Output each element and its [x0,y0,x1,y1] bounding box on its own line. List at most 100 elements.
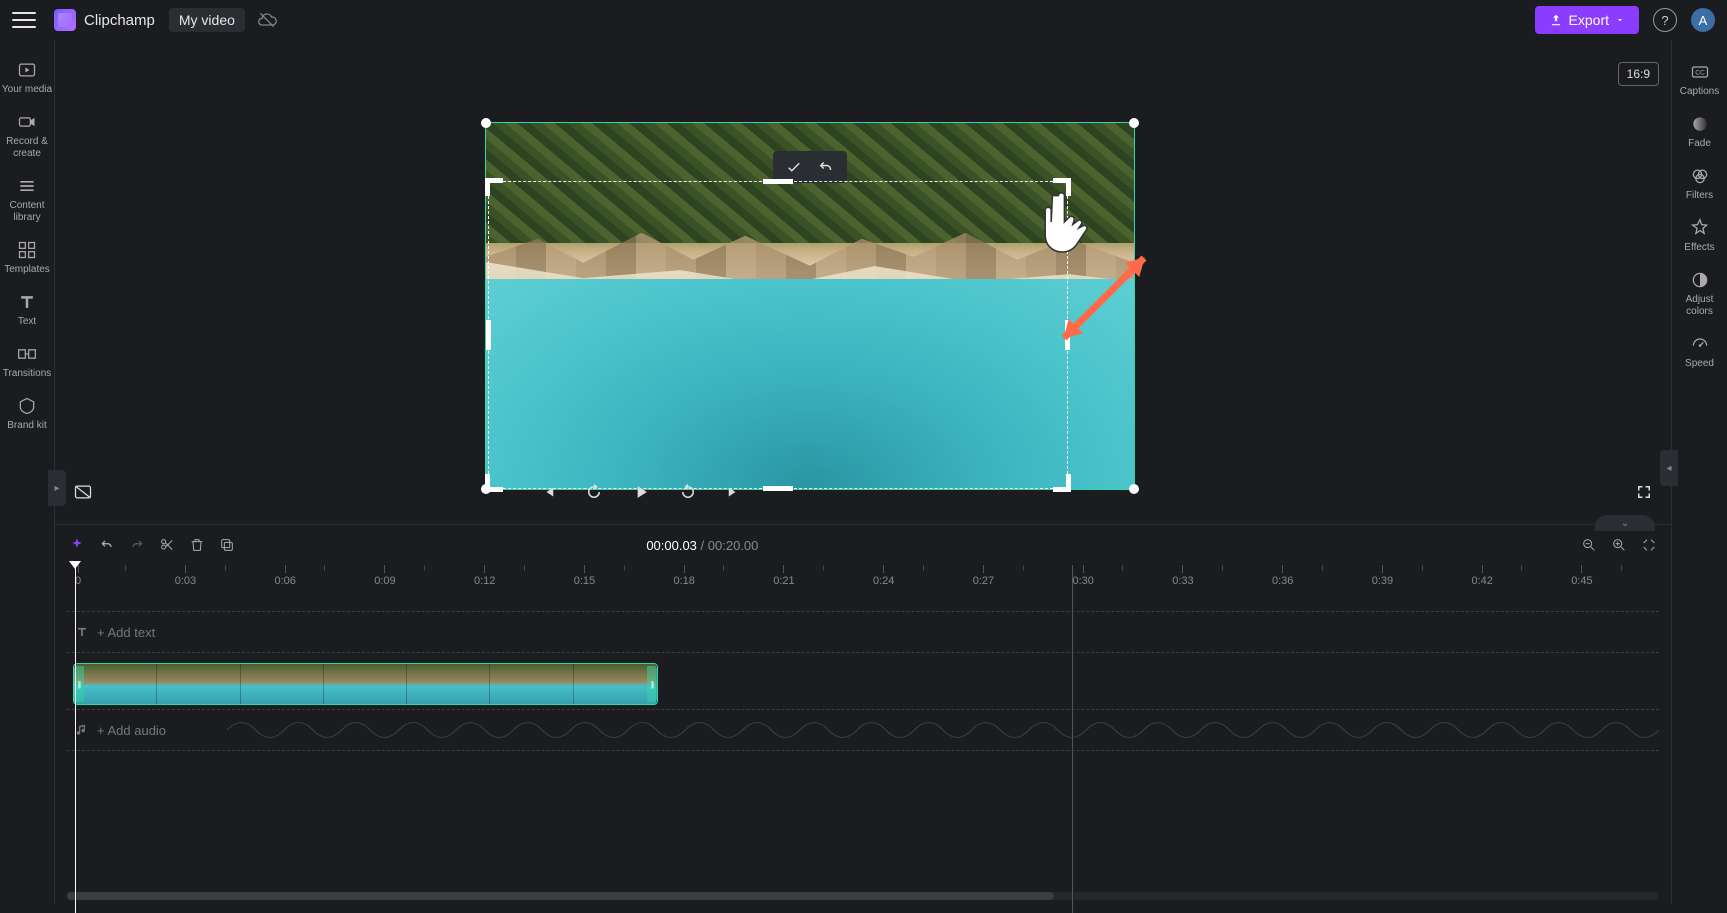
timeline-ruler[interactable]: 00:030:060:090:120:150:180:210:240:270:3… [67,565,1659,593]
fit-zoom-icon[interactable] [1641,537,1657,553]
upload-icon [1549,13,1563,27]
tl-undo-icon[interactable] [99,537,115,553]
split-icon[interactable] [159,537,175,553]
add-audio-label: + Add audio [97,723,166,738]
ruler-tick: 0:12 [474,565,495,587]
add-text-label: + Add text [97,625,155,640]
zoom-in-icon[interactable] [1611,537,1627,553]
prev-frame-button[interactable] [539,483,557,506]
next-frame-button[interactable] [725,483,743,506]
text-icon [17,292,37,312]
zoom-out-icon[interactable] [1581,537,1597,553]
crop-corner-tl[interactable] [485,178,503,196]
menu-icon[interactable] [12,8,36,32]
resize-handle-tl[interactable] [481,118,491,128]
sidebar-item-content-library[interactable]: Content library [0,168,55,232]
sidebar-label: Your media [2,84,52,96]
time-current: 00:00.03 [646,538,697,553]
clip-end-marker [1072,565,1073,913]
sidebar-item-fade[interactable]: Fade [1672,106,1727,158]
sidebar-label: Transitions [3,368,52,380]
video-clip[interactable]: || || [73,663,658,705]
ruler-tick: 0:09 [374,565,395,587]
accept-icon[interactable] [785,158,803,176]
app-name: Clipchamp [84,12,155,29]
sidebar-item-record-create[interactable]: Record & create [0,104,55,168]
sidebar-label: Adjust colors [1672,294,1727,318]
sidebar-item-transitions[interactable]: Transitions [0,336,55,388]
sidebar-label: Templates [4,264,50,276]
skip-back-button[interactable] [585,483,603,506]
timeline-scrollbar[interactable] [67,892,1659,900]
ai-sparkle-icon[interactable] [69,537,85,553]
time-duration: 00:20.00 [708,538,759,553]
sidebar-label: Text [18,316,36,328]
sidebar-item-captions[interactable]: CC Captions [1672,54,1727,106]
ruler-tick: 0:24 [873,565,894,587]
timeline-scrollbar-thumb[interactable] [67,892,1054,900]
undo-icon[interactable] [817,158,835,176]
avatar[interactable]: A [1691,8,1715,32]
tl-redo-icon[interactable] [129,537,145,553]
ruler-tick: 0:18 [673,565,694,587]
captions-icon: CC [1690,62,1710,82]
add-audio-track[interactable]: + Add audio [67,709,1659,751]
export-button[interactable]: Export [1535,6,1639,34]
safe-zones-toggle[interactable] [73,482,93,507]
ruler-tick: 0:03 [175,565,196,587]
duplicate-icon[interactable] [219,537,235,553]
playhead[interactable] [75,565,76,913]
clip-trim-right[interactable]: || [647,666,657,702]
sidebar-item-text[interactable]: Text [0,284,55,336]
help-icon[interactable]: ? [1653,8,1677,32]
crop-handle-top[interactable] [763,179,793,184]
ruler-tick: 0:27 [973,565,994,587]
aspect-ratio-button[interactable]: 16:9 [1618,62,1659,86]
media-icon [17,60,37,80]
sidebar-item-speed[interactable]: Speed [1672,326,1727,378]
play-button[interactable] [631,482,651,507]
ruler-tick: 0:06 [274,565,295,587]
record-icon [17,112,37,132]
clip-thumbnails [74,664,657,704]
ruler-tick: 0:15 [574,565,595,587]
crop-rectangle[interactable] [488,181,1068,489]
ruler-tick: 0:42 [1471,565,1492,587]
collapse-timeline-icon[interactable]: ⌄ [1595,515,1655,531]
sidebar-label: Brand kit [7,420,46,432]
sidebar-label: Speed [1685,358,1714,370]
delete-icon[interactable] [189,537,205,553]
sidebar-item-filters[interactable]: Filters [1672,158,1727,210]
library-icon [17,176,37,196]
audio-track-icon [75,723,89,737]
effects-icon [1690,218,1710,238]
sidebar-label: Content library [0,200,55,224]
ruler-tick: 0:39 [1372,565,1393,587]
sidebar-label: Captions [1680,86,1719,98]
sidebar-item-templates[interactable]: Templates [0,232,55,284]
fade-icon [1690,114,1710,134]
svg-text:CC: CC [1695,70,1705,77]
cloud-sync-off-icon[interactable] [257,10,277,30]
sidebar-label: Effects [1684,242,1714,254]
ruler-tick: 0:33 [1172,565,1193,587]
skip-forward-button[interactable] [679,483,697,506]
timecode-display: 00:00.03 / 00:20.00 [646,538,758,553]
ruler-tick: 0:36 [1272,565,1293,587]
sidebar-item-your-media[interactable]: Your media [0,52,55,104]
resize-handle-tr[interactable] [1129,118,1139,128]
sidebar-item-brand-kit[interactable]: Brand kit [0,388,55,440]
ruler-tick: 0:30 [1072,565,1093,587]
sidebar-item-adjust-colors[interactable]: Adjust colors [1672,262,1727,326]
sidebar-label: Record & create [0,136,55,160]
ruler-tick: 0:45 [1571,565,1592,587]
transitions-icon [17,344,37,364]
fullscreen-button[interactable] [1635,483,1653,506]
preview-canvas[interactable] [485,122,1135,490]
filters-icon [1690,166,1710,186]
crop-handle-left[interactable] [486,320,491,350]
project-title[interactable]: My video [169,8,245,32]
app-logo: Clipchamp [54,9,155,31]
add-text-track[interactable]: + Add text [67,611,1659,653]
sidebar-item-effects[interactable]: Effects [1672,210,1727,262]
